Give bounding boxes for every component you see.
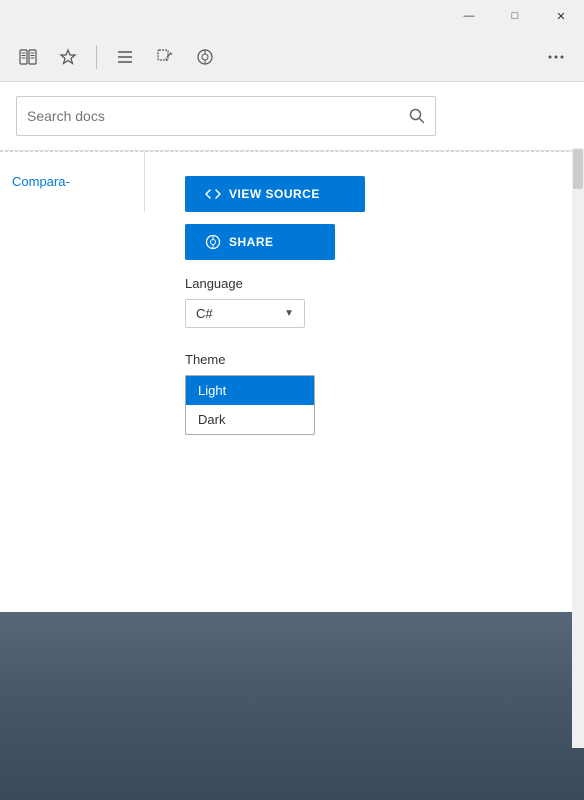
side-link-compara[interactable]: Compara-: [12, 174, 70, 189]
title-bar-buttons: — □ ✕: [446, 0, 584, 32]
theme-label: Theme: [185, 352, 560, 367]
search-container: [0, 82, 584, 151]
main-area: Compara- VIEW SOURCE SHARE Language C#: [0, 152, 584, 612]
theme-option-dark[interactable]: Dark: [186, 405, 314, 434]
maximize-button[interactable]: □: [492, 0, 538, 32]
theme-option-light[interactable]: Light: [186, 376, 314, 405]
language-label: Language: [185, 276, 560, 291]
close-button[interactable]: ✕: [538, 0, 584, 32]
scrollbar[interactable]: [572, 148, 584, 748]
search-icon[interactable]: [409, 108, 425, 124]
right-content: VIEW SOURCE SHARE Language C# ▼ Theme Li…: [145, 152, 584, 612]
theme-dropdown: Light Dark: [185, 375, 315, 435]
search-box: [16, 96, 436, 136]
theme-section: Theme Light Dark: [185, 348, 560, 435]
side-panel: Compara-: [0, 152, 145, 212]
chevron-down-icon: ▼: [284, 308, 294, 319]
title-bar: — □ ✕: [0, 0, 584, 32]
reading-view-icon[interactable]: [12, 41, 44, 73]
toolbar-separator: [96, 45, 97, 69]
share-button[interactable]: SHARE: [185, 224, 335, 260]
language-value: C#: [196, 306, 213, 321]
hub-icon[interactable]: [109, 41, 141, 73]
scrollbar-thumb[interactable]: [573, 149, 583, 189]
more-icon[interactable]: [540, 41, 572, 73]
web-note-icon[interactable]: [149, 41, 181, 73]
minimize-button[interactable]: —: [446, 0, 492, 32]
code-icon: [205, 186, 221, 202]
language-select[interactable]: C# ▼: [185, 299, 305, 328]
share-icon: [205, 234, 221, 250]
view-source-button[interactable]: VIEW SOURCE: [185, 176, 365, 212]
favorites-icon[interactable]: [52, 41, 84, 73]
search-input[interactable]: [27, 108, 409, 124]
share-toolbar-icon[interactable]: [189, 41, 221, 73]
browser-toolbar: [0, 32, 584, 82]
